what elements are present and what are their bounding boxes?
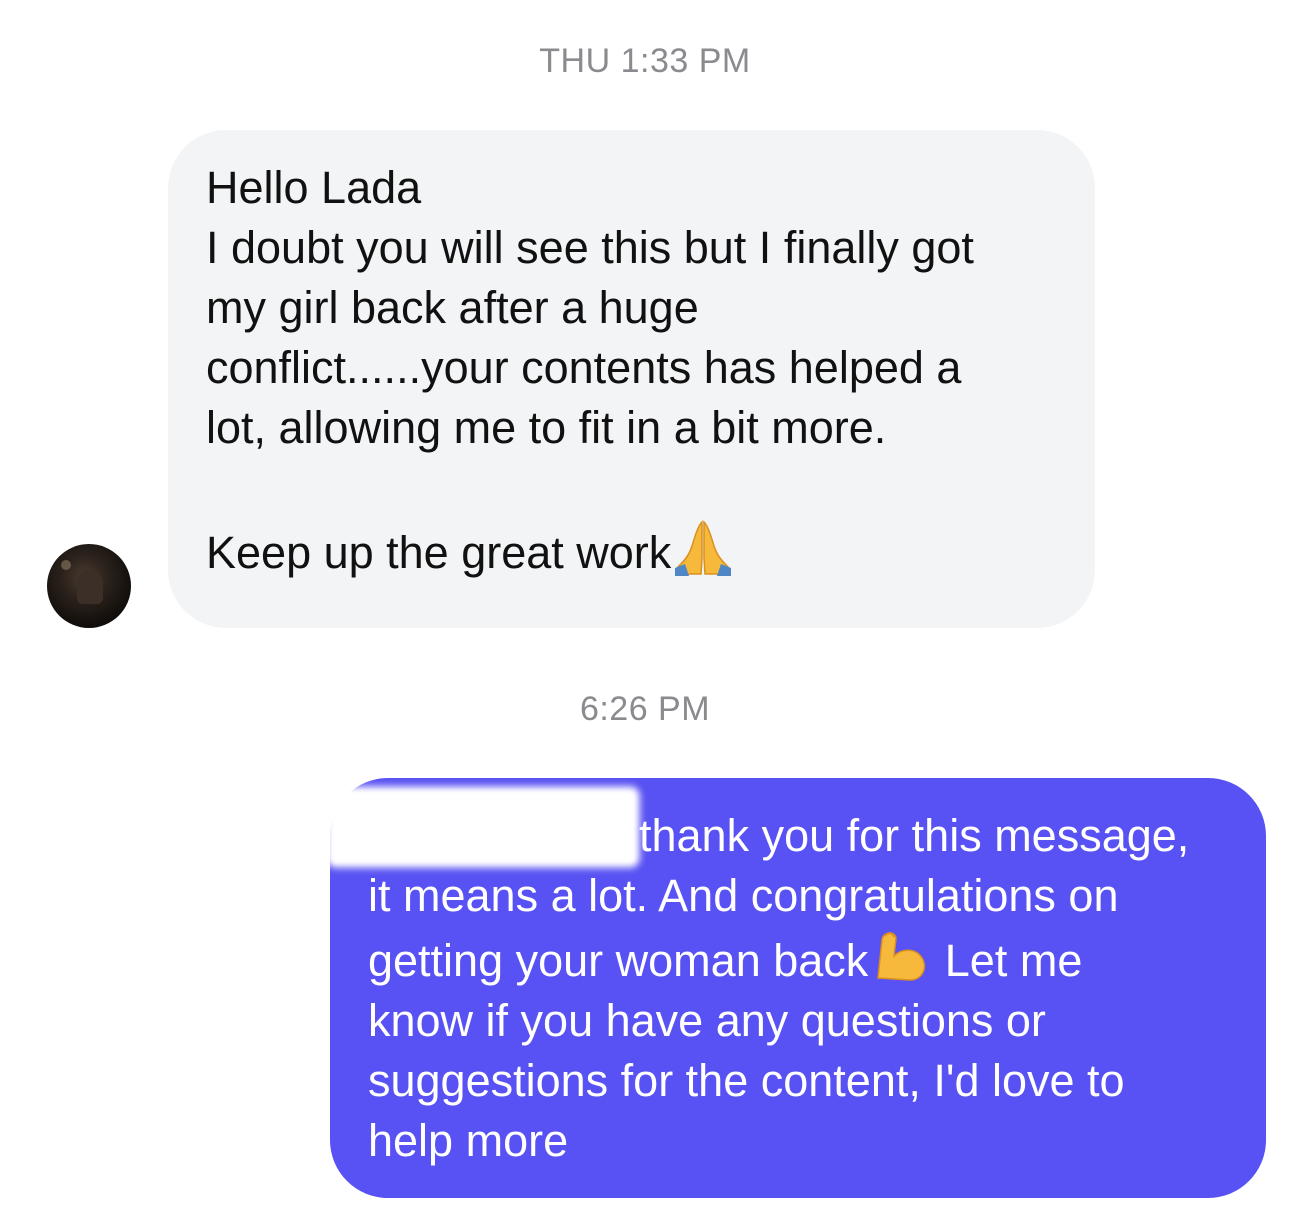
message-line: Keep up the great work xyxy=(206,518,1059,583)
message-line: know if you have any questions or xyxy=(368,995,1046,1046)
message-text: getting your woman back xyxy=(368,935,869,986)
avatar-light xyxy=(61,560,71,570)
outgoing-message-bubble[interactable]: , thank you for this message, it means a… xyxy=(330,778,1266,1198)
message-line: lot, allowing me to fit in a bit more. xyxy=(206,402,887,453)
folded-hands-icon xyxy=(671,518,735,578)
timestamp-time: 6:26 PM xyxy=(579,690,711,728)
message-line: getting your woman back Let me xyxy=(368,926,1236,991)
message-text: , thank you for this message, xyxy=(614,810,1190,861)
message-line: conflict......your contents has helped a xyxy=(206,342,962,393)
flexed-biceps-icon xyxy=(868,926,932,986)
sender-avatar[interactable] xyxy=(47,544,131,628)
message-line: it means a lot. And congratulations on xyxy=(368,870,1119,921)
redaction-block xyxy=(330,790,636,864)
message-line: suggestions for the content, I'd love to xyxy=(368,1055,1125,1106)
message-line: I doubt you will see this but I finally … xyxy=(206,222,974,273)
message-line: , thank you for this message, xyxy=(330,790,1236,866)
avatar-figure xyxy=(77,570,103,604)
message-text: Let me xyxy=(932,935,1083,986)
timestamp-thu: THU 1:33 PM xyxy=(539,42,751,80)
message-line: my girl back after a huge xyxy=(206,282,699,333)
message-line: help more xyxy=(368,1115,569,1166)
incoming-message-bubble[interactable]: Hello Lada I doubt you will see this but… xyxy=(168,130,1095,628)
message-text: Keep up the great work xyxy=(206,527,672,578)
message-line: Hello Lada xyxy=(206,162,422,213)
